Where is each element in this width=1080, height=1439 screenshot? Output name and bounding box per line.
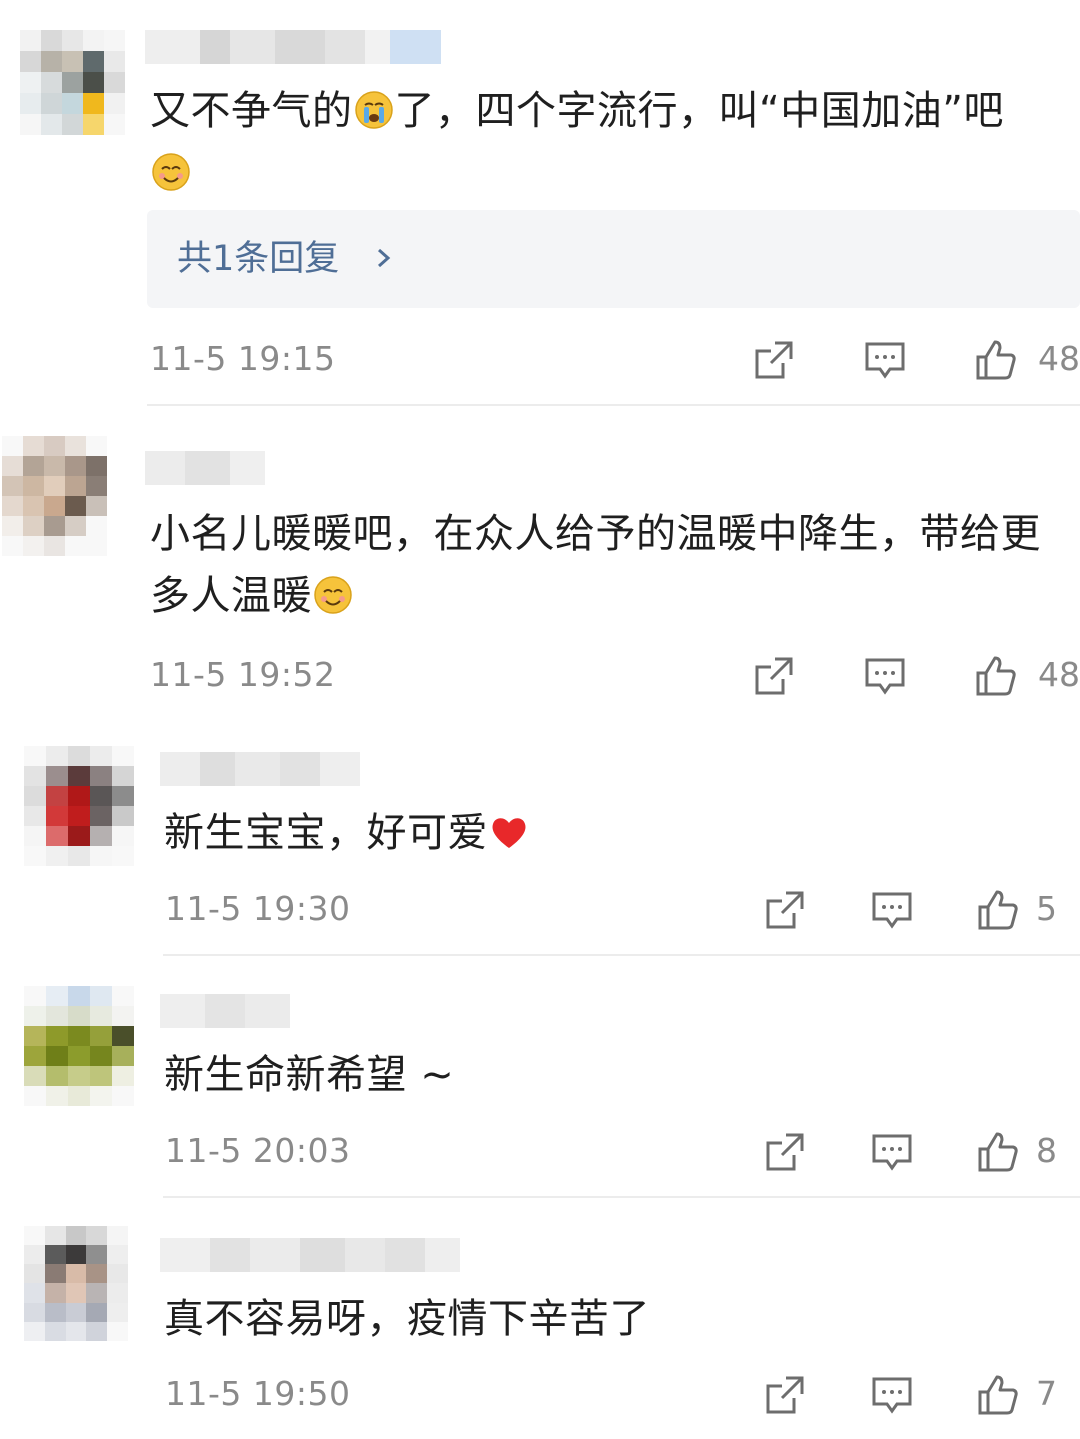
avatar[interactable] [24,746,134,866]
comment-meta: 11-5 20:03 8 [0,1126,1080,1176]
share-icon[interactable] [753,339,795,381]
comment-text: 新生命新希望 ~ [164,1044,1064,1106]
username-blurred[interactable] [160,1238,460,1272]
comment-text-part: 新生命新希望 ~ [164,1052,455,1098]
share-icon[interactable] [753,655,795,697]
comment-text-part: 小名儿暖暖吧，在众人给予的温暖中降生，带给更多人温暖 [150,511,1041,619]
like-count: 7 [1036,1374,1057,1413]
username-blurred[interactable] [145,30,441,64]
timestamp: 11-5 19:15 [150,339,336,378]
comment-text-part: 真不容易呀，疫情下辛苦了 [164,1296,650,1342]
timestamp: 11-5 19:50 [165,1374,351,1413]
smiling-face-icon [152,153,190,191]
smiling-face-icon [314,576,352,614]
share-icon[interactable] [764,889,806,931]
reply-count-link[interactable]: 共1条回复 [177,234,339,284]
username-blurred[interactable] [160,752,360,786]
comment-text-part: 又不争气的 [150,88,353,134]
like-icon[interactable] [977,889,1019,931]
avatar[interactable] [24,986,134,1106]
like-count: 48 [1038,655,1080,694]
comment-meta: 11-5 19:50 7 [0,1369,1080,1419]
comment-text: 又不争气的 了，四个字流行，叫“中国加油”吧 [150,80,1075,204]
comment-item: 又不争气的 了，四个字流行，叫“中国加油”吧 共1条回复 11-5 19:15 4… [0,0,1080,406]
timestamp: 11-5 19:52 [150,655,336,694]
red-heart-icon [492,818,526,848]
like-icon[interactable] [975,655,1017,697]
crying-face-icon [354,91,393,129]
chevron-right-icon [378,248,391,268]
reply-summary[interactable]: 共1条回复 [147,210,1080,308]
like-count: 8 [1036,1131,1057,1170]
comment-item: 新生命新希望 ~ 11-5 20:03 8 [0,956,1080,1198]
comment-item: 新生宝宝，好可爱 11-5 19:30 5 [0,726,1080,956]
comment-text: 真不容易呀，疫情下辛苦了 [164,1288,1064,1350]
share-icon[interactable] [764,1131,806,1173]
like-count: 48 [1038,339,1080,378]
comment-icon[interactable] [871,889,913,931]
timestamp: 11-5 20:03 [165,1131,351,1170]
comment-icon[interactable] [871,1131,913,1173]
comment-meta: 11-5 19:52 48 [0,650,1080,700]
comment-text: 小名儿暖暖吧，在众人给予的温暖中降生，带给更多人温暖 [150,503,1075,627]
comment-text-part: 新生宝宝，好可爱 [164,810,488,856]
username-blurred[interactable] [145,451,265,485]
like-count: 5 [1036,889,1057,928]
comment-item: 真不容易呀，疫情下辛苦了 11-5 19:50 7 [0,1198,1080,1439]
comment-icon[interactable] [864,339,906,381]
comment-text: 新生宝宝，好可爱 [164,802,1064,864]
share-icon[interactable] [764,1374,806,1416]
avatar[interactable] [2,436,107,556]
comment-icon[interactable] [871,1374,913,1416]
like-icon[interactable] [975,339,1017,381]
timestamp: 11-5 19:30 [165,889,351,928]
like-icon[interactable] [977,1131,1019,1173]
comment-meta: 11-5 19:30 5 [0,884,1080,934]
like-icon[interactable] [977,1374,1019,1416]
comment-meta: 11-5 19:15 48 [0,334,1080,384]
username-blurred[interactable] [160,994,290,1028]
comment-icon[interactable] [864,655,906,697]
avatar[interactable] [20,30,125,135]
comment-item: 小名儿暖暖吧，在众人给予的温暖中降生，带给更多人温暖 11-5 19:52 48 [0,406,1080,726]
comment-text-part: 了，四个字流行，叫“中国加油”吧 [394,88,1004,134]
avatar[interactable] [24,1226,128,1341]
